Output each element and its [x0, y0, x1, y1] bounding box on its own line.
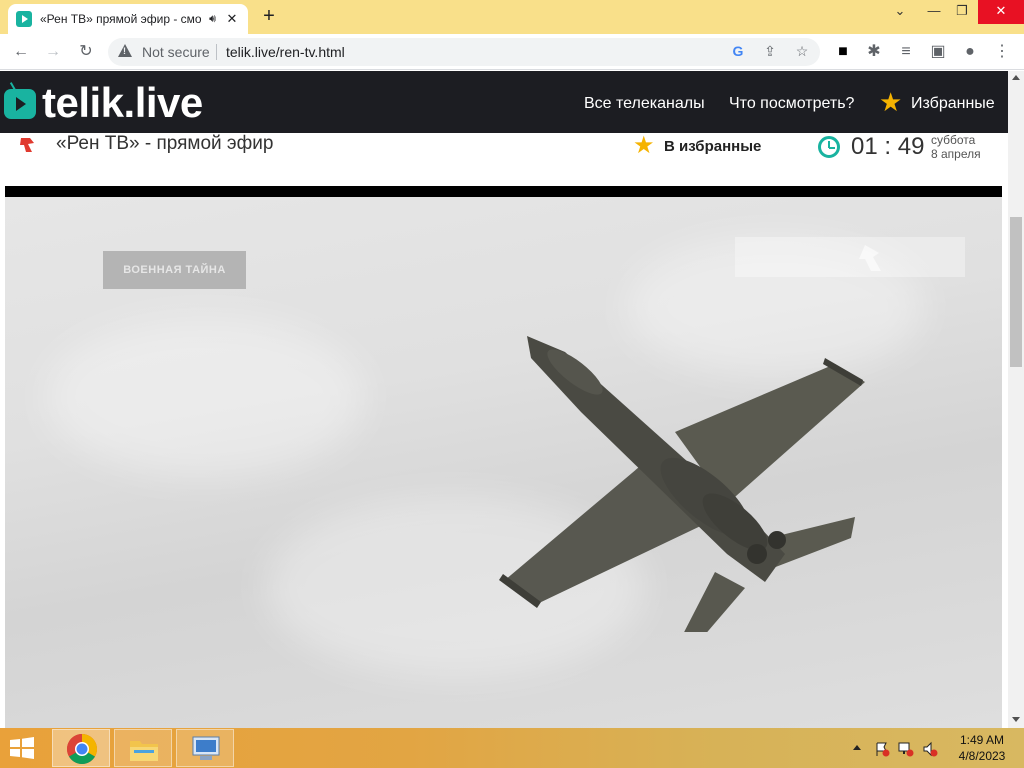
restore-button[interactable]: ❐: [948, 0, 976, 24]
new-tab-button[interactable]: +: [256, 5, 282, 29]
forward-arrow-icon[interactable]: →: [41, 41, 65, 63]
address-bar[interactable]: ! Not secure telik.live/ren-tv.html G ⇪ …: [108, 38, 820, 66]
remote-desktop-icon: [192, 736, 220, 760]
page-scrollbar[interactable]: [1008, 71, 1024, 728]
scroll-down-arrow-icon[interactable]: [1012, 717, 1020, 722]
fighter-jet-image: [499, 336, 865, 632]
speaker-icon[interactable]: 🔊︎: [209, 13, 216, 26]
taskbar-remote-desktop-button[interactable]: [176, 729, 234, 767]
omnibox-divider: [216, 44, 217, 60]
taskbar-chrome-button[interactable]: [52, 729, 110, 767]
browser-tab-strip: «Рен ТВ» прямой эфир - смотреть онлайн 🔊…: [0, 0, 1024, 34]
action-center-flag-icon[interactable]: [874, 741, 890, 757]
star-icon[interactable]: ★: [633, 134, 655, 158]
taskbar-clock-time[interactable]: 1:49 AM: [952, 733, 1012, 747]
scrollbar-thumb[interactable]: [1010, 217, 1022, 367]
telik-favicon-icon: [16, 11, 32, 27]
close-tab-icon[interactable]: ✕: [224, 11, 240, 27]
taskbar-file-explorer-button[interactable]: [114, 729, 172, 767]
chrome-icon: [66, 734, 98, 765]
browser-toolbar: ← → ↻ ! Not secure telik.live/ren-tv.htm…: [0, 34, 1024, 70]
back-arrow-icon[interactable]: ←: [9, 41, 33, 63]
close-window-button[interactable]: ✕: [978, 0, 1024, 24]
speaker-muted-icon[interactable]: [922, 741, 938, 757]
scroll-up-arrow-icon[interactable]: [1012, 75, 1020, 80]
nav-favorites[interactable]: Избранные: [911, 95, 995, 113]
side-panel-icon[interactable]: ▣: [926, 41, 950, 63]
player-top-bar: [5, 186, 1002, 197]
menu-kebab-icon[interactable]: ⋮: [990, 41, 1014, 63]
profile-avatar-icon[interactable]: ●: [958, 41, 982, 63]
tv-logo-icon[interactable]: [4, 89, 36, 119]
time-hours: 01: [851, 133, 878, 160]
current-time: 01 : 49: [851, 133, 925, 160]
reload-icon[interactable]: ↻: [74, 41, 98, 63]
warning-mark: !: [123, 46, 126, 56]
security-label[interactable]: Not secure: [142, 44, 210, 60]
chevron-down-icon[interactable]: ⌄: [886, 0, 914, 24]
taskbar-clock-date[interactable]: 4/8/2023: [952, 749, 1012, 763]
ren-tv-channel-icon: [20, 138, 34, 152]
site-header: telik.live Все телеканалы Что посмотреть…: [0, 71, 1008, 133]
folder-icon: [130, 741, 158, 761]
show-badge: ВОЕННАЯ ТАЙНА: [103, 251, 246, 289]
puzzle-extensions-icon[interactable]: ✱: [862, 41, 886, 63]
windows-start-icon[interactable]: [4, 734, 38, 762]
minimize-button[interactable]: —: [920, 0, 948, 24]
nav-all-channels[interactable]: Все телеканалы: [584, 95, 705, 113]
tab-title: «Рен ТВ» прямой эфир - смотреть онлайн: [40, 12, 202, 26]
date-label: 8 апреля: [931, 147, 981, 161]
star-icon[interactable]: ★: [879, 89, 902, 115]
channel-info-bar: «Рен ТВ» - прямой эфир ★ В избранные 01 …: [0, 133, 1008, 185]
nav-what-to-watch[interactable]: Что посмотреть?: [729, 95, 854, 113]
site-logo[interactable]: telik.live: [42, 79, 203, 127]
share-icon[interactable]: ⇪: [760, 43, 780, 61]
cloud-shape: [45, 317, 365, 477]
weekday-label: суббота: [931, 133, 976, 147]
network-icon[interactable]: [898, 741, 914, 757]
browser-tab[interactable]: «Рен ТВ» прямой эфир - смотреть онлайн 🔊…: [8, 4, 248, 34]
url-text[interactable]: telik.live/ren-tv.html: [226, 44, 345, 60]
tray-expand-icon[interactable]: [853, 745, 861, 750]
media-queue-icon[interactable]: ≡: [894, 41, 918, 63]
star-bookmark-icon[interactable]: ☆: [792, 43, 812, 61]
google-translate-icon[interactable]: G: [728, 43, 748, 61]
ren-tv-watermark-icon: [735, 237, 965, 277]
time-minutes: 49: [897, 133, 925, 160]
add-to-favorites-button[interactable]: В избранные: [664, 138, 761, 155]
clock-icon: [818, 136, 840, 158]
extension-app-icon[interactable]: ■: [831, 41, 855, 63]
windows-taskbar: 1:49 AM 4/8/2023: [0, 728, 1024, 768]
channel-title: «Рен ТВ» - прямой эфир: [56, 133, 274, 154]
video-player[interactable]: ВОЕННАЯ ТАЙНА: [5, 197, 1002, 728]
